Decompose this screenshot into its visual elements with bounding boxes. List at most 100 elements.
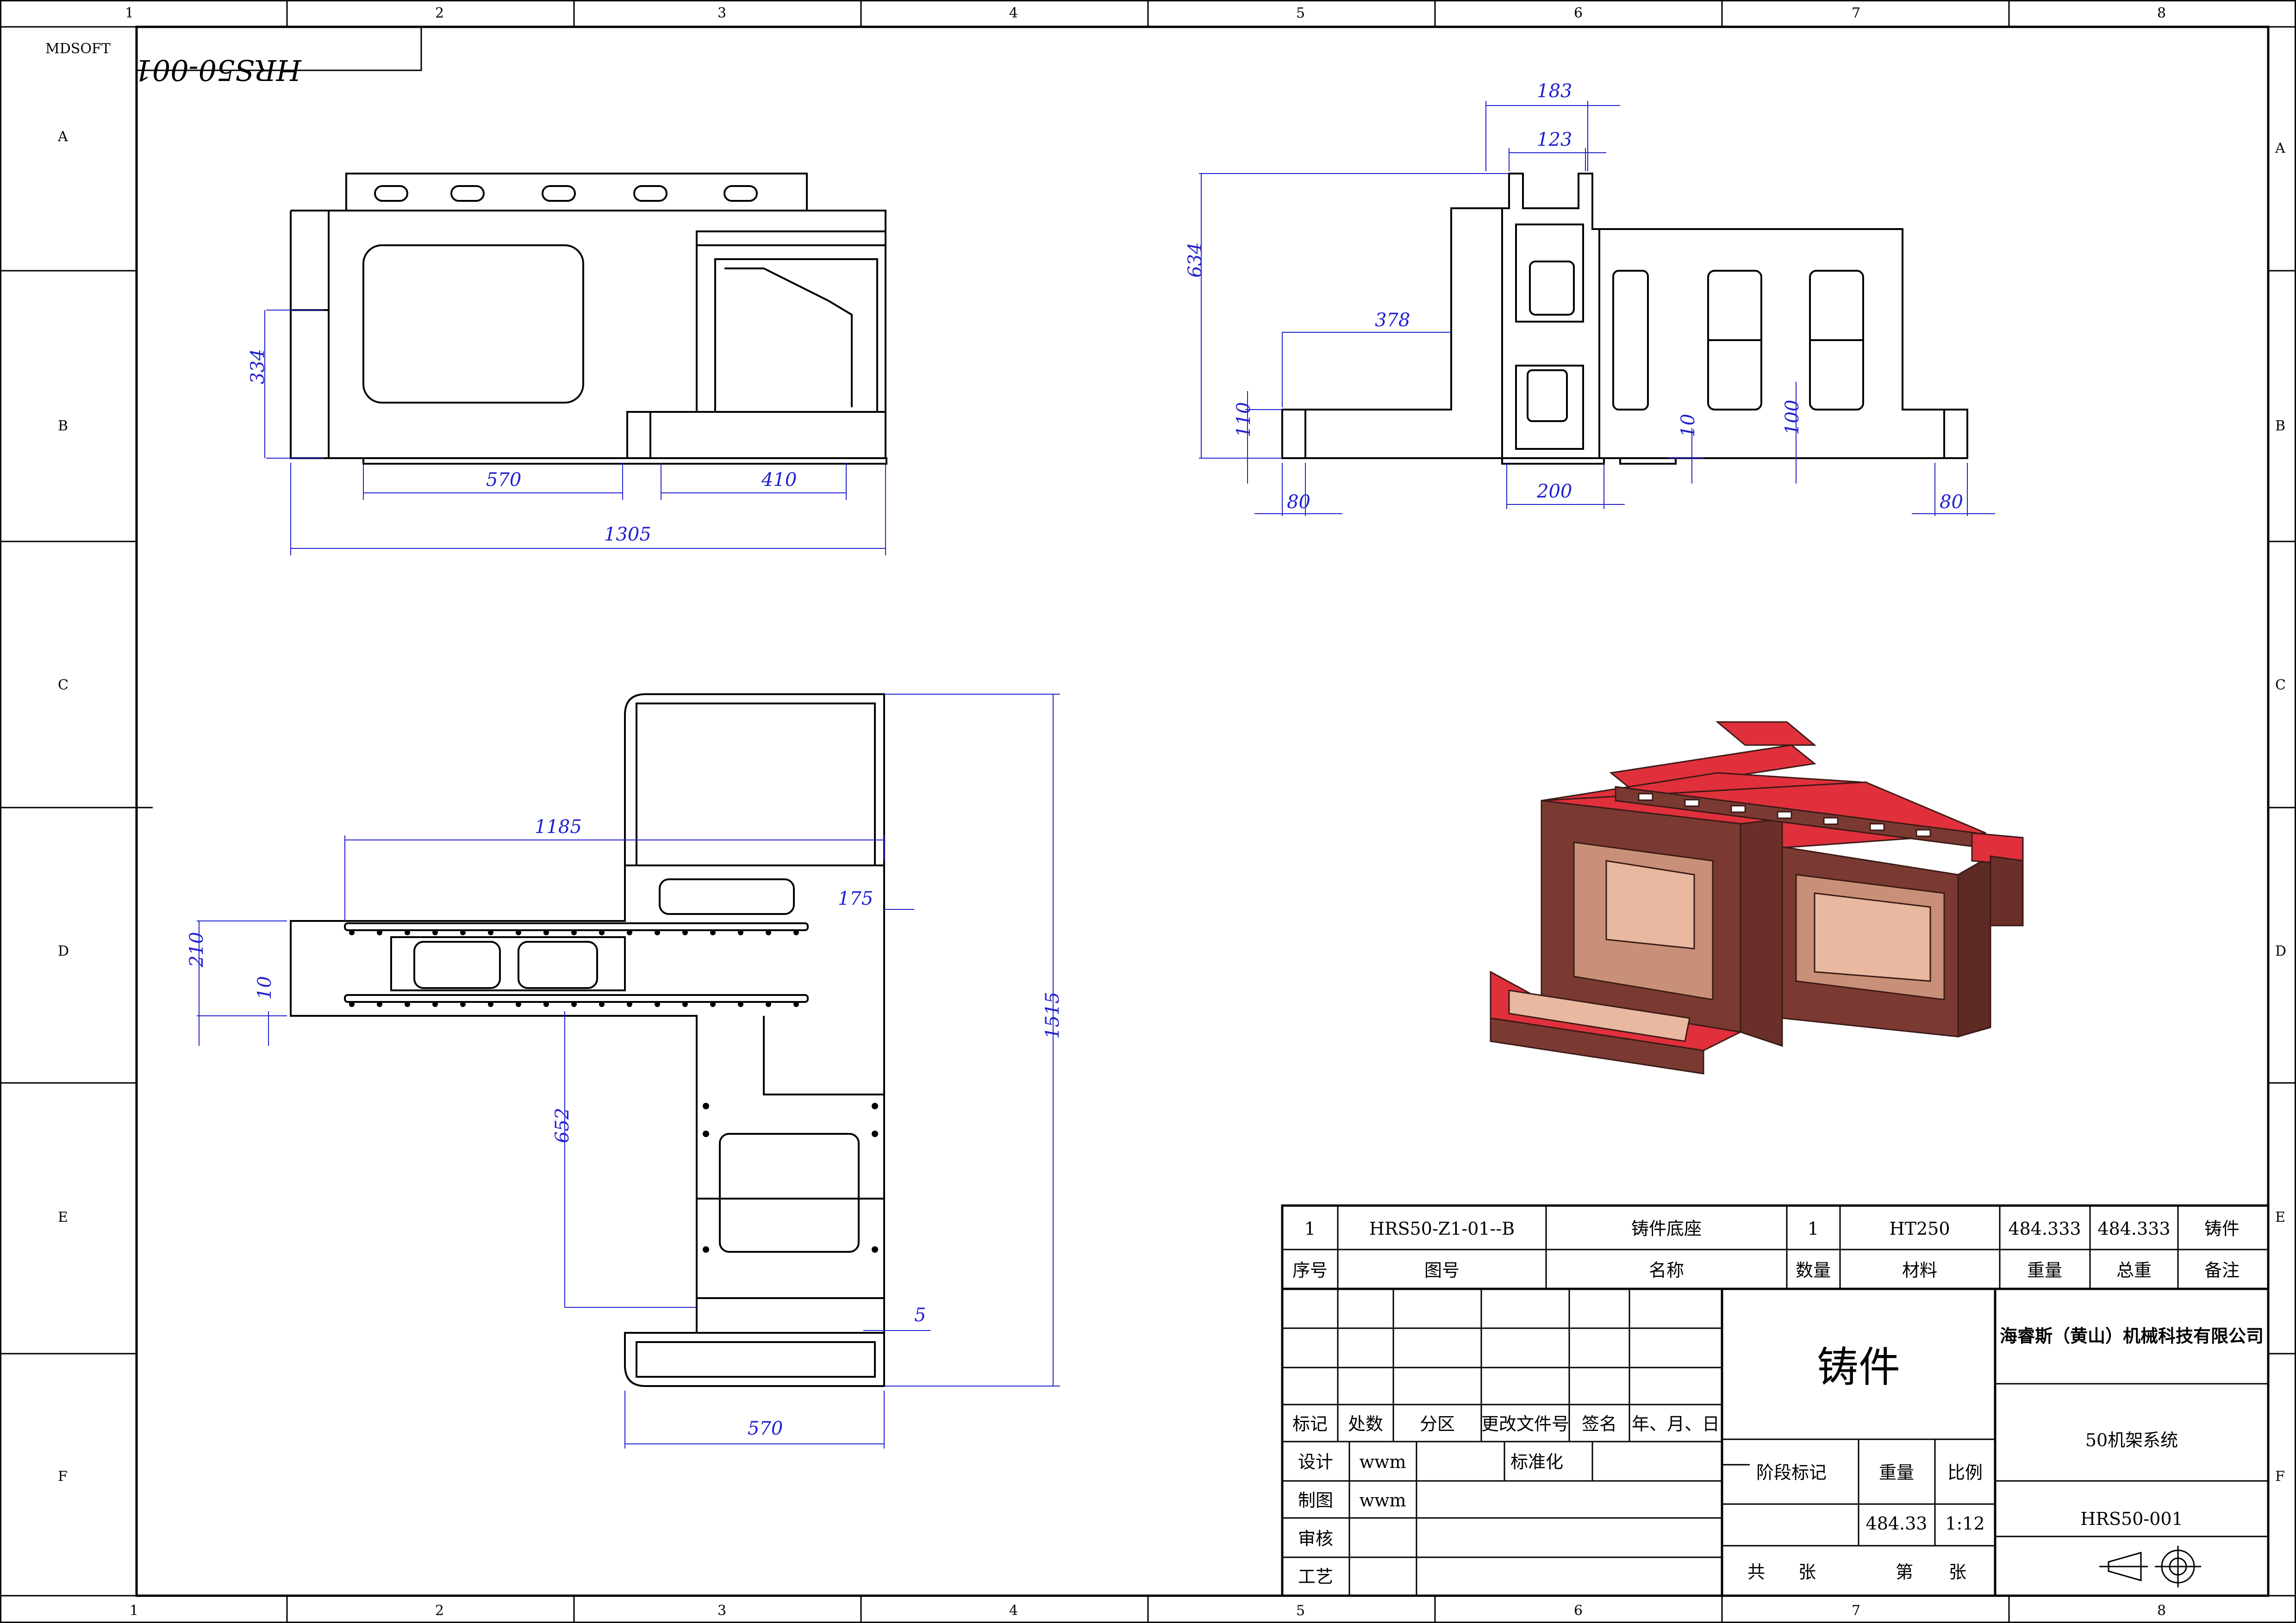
zone-col-8-bottom: 8 (2157, 1603, 2166, 1619)
title-drawing-no: HRS50-001 (2080, 1509, 2183, 1529)
dim-side-10: 10 (1678, 414, 1699, 437)
bom-header-weight: 重量 (2027, 1260, 2062, 1281)
design-name: wwm (1359, 1452, 1406, 1472)
dim-front-410: 410 (761, 469, 797, 491)
dim-top-1185: 1185 (535, 816, 582, 838)
zone-row-b: B (58, 418, 68, 434)
dim-top-175: 175 (838, 888, 873, 909)
zone-col-1: 1 (125, 5, 134, 21)
bom-name: 铸件底座 (1631, 1219, 1702, 1239)
zone-col-5: 5 (1296, 5, 1305, 21)
zone-col-8: 8 (2157, 5, 2166, 21)
revision-table: 标记 处数 分区 更改文件号 签名 年、月、日 设计 wwm 标准化 制图 ww… (1292, 1414, 1720, 1587)
zone-col-2-bottom: 2 (435, 1603, 444, 1619)
weight-value: 484.33 (1866, 1513, 1928, 1534)
top-view-dims (197, 694, 1060, 1449)
dim-side-378: 378 (1375, 310, 1410, 331)
rev-header-mark: 标记 (1292, 1414, 1328, 1434)
dim-top-5: 5 (914, 1305, 926, 1326)
top-view-holes (349, 930, 878, 1253)
zone-row-d-right: D (2275, 943, 2286, 959)
bom-header-qty: 数量 (1796, 1260, 1831, 1281)
rev-header-doc: 更改文件号 (1481, 1414, 1569, 1434)
drawn-name: wwm (1359, 1490, 1406, 1511)
bom-header-total: 总重 (2116, 1260, 2152, 1281)
zone-col-7: 7 (1852, 5, 1860, 21)
bom-qty: 1 (1808, 1219, 1819, 1239)
bom-seq: 1 (1304, 1219, 1316, 1239)
bom-note: 铸件 (2204, 1219, 2240, 1239)
rev-header-date: 年、月、日 (1632, 1414, 1720, 1434)
bom-header-note: 备注 (2204, 1260, 2240, 1281)
zone-row-d: D (58, 943, 69, 959)
material-big: 铸件 (1817, 1343, 1900, 1392)
bom-header-drawing-no: 图号 (1424, 1260, 1460, 1281)
zone-col-6: 6 (1574, 5, 1583, 21)
weight-label: 重量 (1879, 1462, 1914, 1483)
title-right: 海睿斯（黄山）机械科技有限公司 50机架系统 HRS50-001 (2000, 1325, 2264, 1529)
bom-weight: 484.333 (2008, 1219, 2081, 1239)
zone-row-f-right: F (2275, 1468, 2285, 1485)
zone-row-e: E (58, 1209, 68, 1225)
corner-drawing-no: HRS50-001 (134, 53, 301, 87)
company-name: 海睿斯（黄山）机械科技有限公司 (2000, 1325, 2264, 1346)
zone-col-2: 2 (435, 5, 444, 21)
std-label: 标准化 (1510, 1452, 1563, 1472)
zone-labels: 1 2 3 4 5 6 7 8 1 2 3 4 5 6 7 8 A B C D … (57, 5, 2286, 1619)
zone-col-4-bottom: 4 (1009, 1603, 1018, 1619)
dim-side-80-left: 80 (1287, 491, 1310, 513)
dim-front-570: 570 (486, 469, 521, 491)
side-view-dims (1199, 101, 1995, 516)
software-label: MDSOFT (45, 41, 111, 57)
dim-top-1515: 1515 (1042, 992, 1063, 1039)
rev-header-count: 处数 (1348, 1414, 1383, 1434)
dim-side-123: 123 (1537, 129, 1572, 150)
zone-col-4: 4 (1009, 5, 1018, 21)
dim-side-80-right: 80 (1940, 491, 1963, 513)
dim-top-10: 10 (254, 976, 275, 1000)
dim-side-634: 634 (1185, 243, 1206, 278)
drawing-sheet: 1 2 3 4 5 6 7 8 1 2 3 4 5 6 7 8 A B C D … (0, 0, 2296, 1623)
part-name: 50机架系统 (2085, 1430, 2178, 1450)
drawn-label: 制图 (1298, 1490, 1333, 1511)
zone-row-a-right: A (2275, 140, 2285, 156)
check-label: 审核 (1298, 1529, 1333, 1549)
front-view (290, 173, 887, 465)
stage-label: 阶段标记 (1756, 1462, 1827, 1483)
design-label: 设计 (1298, 1452, 1333, 1472)
scale-value: 1:12 (1945, 1513, 1984, 1534)
zone-row-c-right: C (2275, 677, 2286, 693)
bom-material: HT250 (1889, 1219, 1950, 1239)
total-sheets-label: 共 (1747, 1562, 1765, 1582)
sheet-no-unit: 张 (1949, 1562, 1966, 1582)
zone-col-1-bottom: 1 (130, 1603, 138, 1619)
zone-col-5-bottom: 5 (1296, 1603, 1305, 1619)
dim-side-110: 110 (1233, 402, 1254, 437)
dim-front-334: 334 (247, 349, 268, 384)
zone-col-7-bottom: 7 (1852, 1603, 1860, 1619)
total-sheets-unit: 张 (1798, 1562, 1816, 1582)
bom-header-seq: 序号 (1292, 1260, 1328, 1281)
isometric-view (1490, 721, 2024, 1075)
bom-drawing-no: HRS50-Z1-01--B (1369, 1219, 1515, 1239)
dim-side-100: 100 (1782, 400, 1803, 435)
bom-header-name: 名称 (1649, 1260, 1684, 1281)
sheet-frame (0, 0, 2296, 1623)
zone-row-b-right: B (2275, 418, 2285, 434)
dim-top-210: 210 (186, 932, 207, 968)
zone-col-6-bottom: 6 (1574, 1603, 1583, 1619)
zone-row-a: A (57, 129, 68, 145)
zone-col-3: 3 (718, 5, 726, 21)
rev-header-zone: 分区 (1420, 1414, 1455, 1434)
zone-row-f: F (58, 1468, 68, 1485)
front-view-dims (264, 310, 886, 555)
bom-total: 484.333 (2097, 1219, 2170, 1239)
scale-label: 比例 (1947, 1462, 1983, 1483)
zone-row-e-right: E (2275, 1209, 2285, 1225)
dim-top-570: 570 (748, 1418, 783, 1439)
dim-top-652: 652 (552, 1108, 573, 1143)
projection-symbol-icon (2099, 1546, 2201, 1587)
dim-side-200: 200 (1536, 481, 1572, 502)
top-view (290, 693, 885, 1387)
zone-col-3-bottom: 3 (718, 1603, 726, 1619)
